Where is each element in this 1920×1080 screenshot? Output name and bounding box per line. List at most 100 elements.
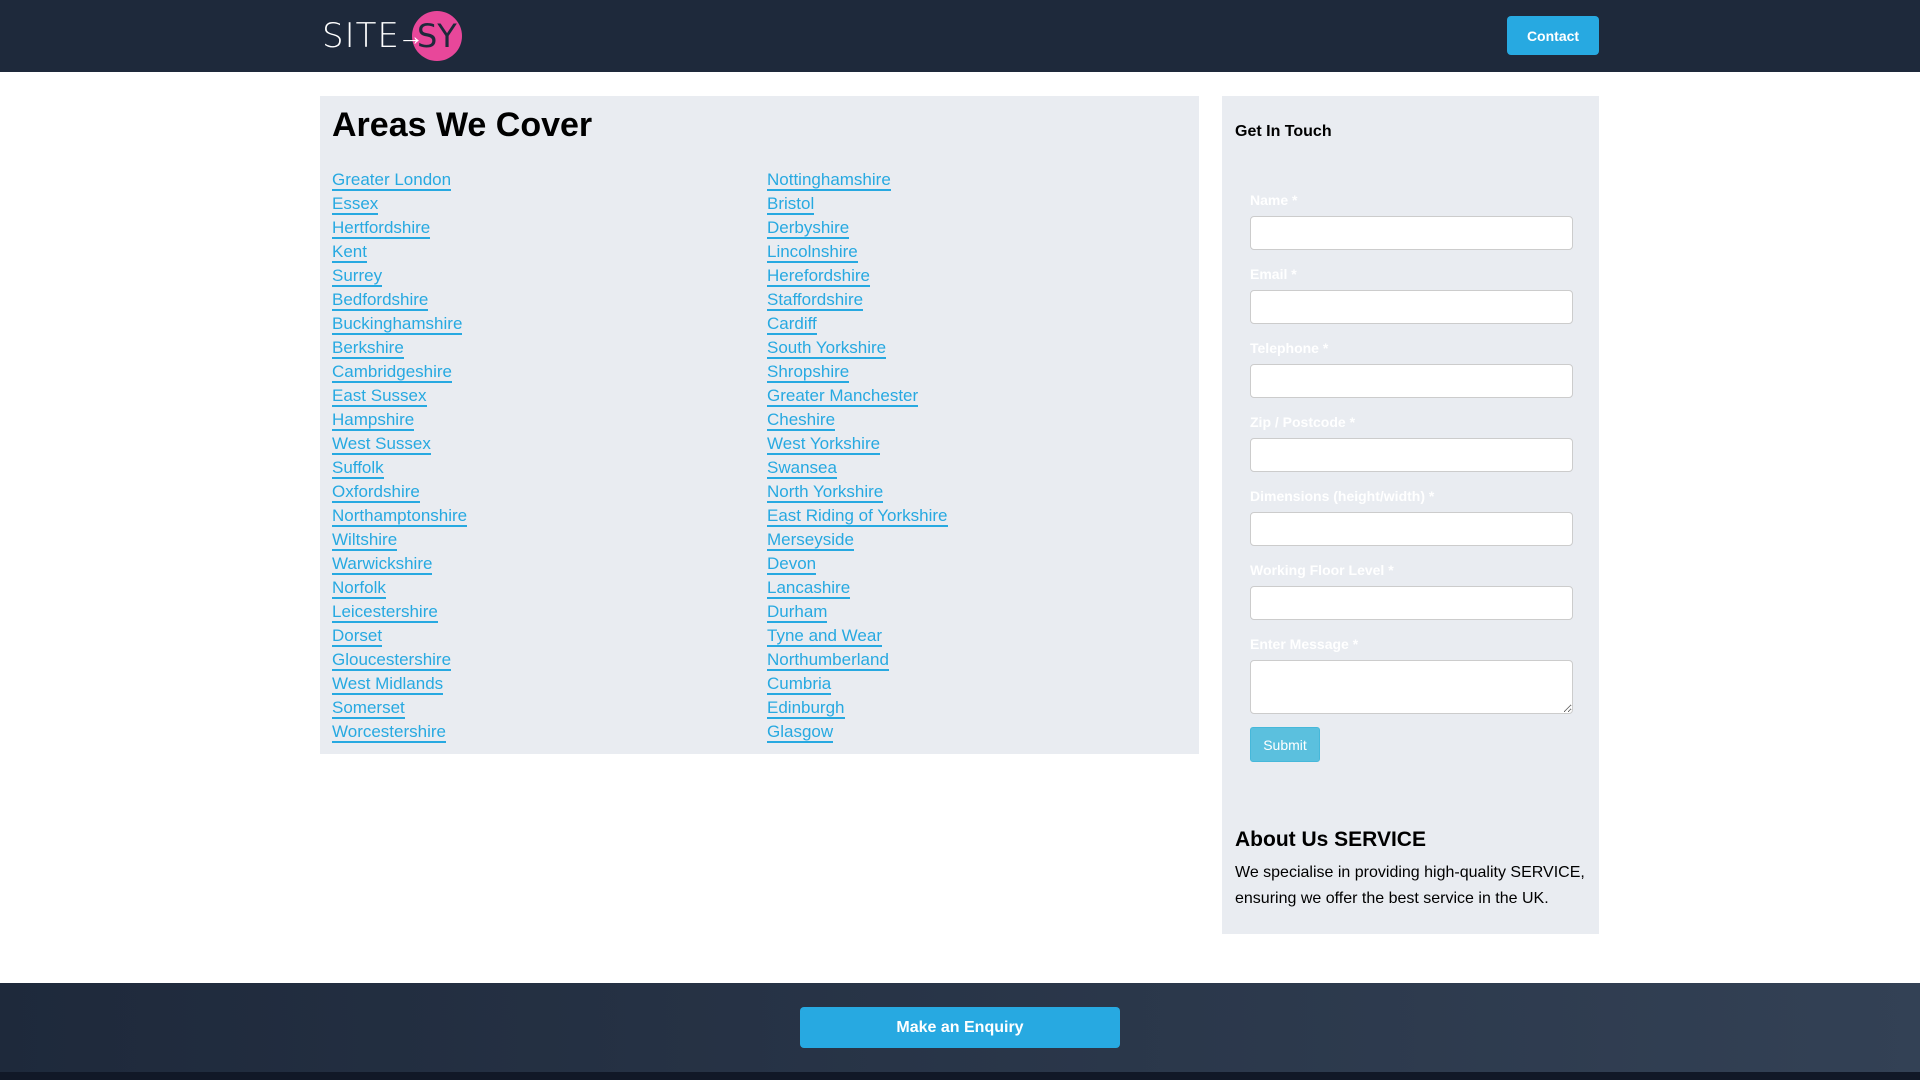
area-link[interactable]: Staffordshire: [767, 290, 864, 311]
form-title: Get In Touch: [1235, 123, 1332, 140]
footer: Make an Enquiry: [0, 983, 1920, 1072]
area-link[interactable]: Northamptonshire: [332, 506, 468, 527]
message-textarea[interactable]: [1250, 660, 1573, 714]
area-list-item: Worcestershire: [332, 720, 467, 744]
area-link[interactable]: West Sussex: [332, 434, 431, 455]
area-link[interactable]: Greater Manchester: [767, 386, 919, 407]
area-link[interactable]: Essex: [332, 194, 379, 215]
area-link[interactable]: Dorset: [332, 626, 383, 647]
area-link[interactable]: Cambridgeshire: [332, 362, 452, 383]
area-link[interactable]: Herefordshire: [767, 266, 870, 287]
area-list-item: Cambridgeshire: [332, 360, 467, 384]
area-list-item: Merseyside: [767, 528, 948, 552]
email-input[interactable]: [1250, 290, 1573, 324]
area-list-item: Warwickshire: [332, 552, 467, 576]
area-link[interactable]: Somerset: [332, 698, 405, 719]
area-list-item: Oxfordshire: [332, 480, 467, 504]
area-list-item: Surrey: [332, 264, 467, 288]
area-link[interactable]: Norfolk: [332, 578, 386, 599]
name-input[interactable]: [1250, 216, 1573, 250]
area-link[interactable]: Kent: [332, 242, 367, 263]
area-link[interactable]: Warwickshire: [332, 554, 433, 575]
area-list-item: Buckinghamshire: [332, 312, 467, 336]
telephone-field: Telephone *: [1250, 340, 1573, 398]
area-list-item: Swansea: [767, 456, 948, 480]
area-link[interactable]: North Yorkshire: [767, 482, 884, 503]
area-link[interactable]: West Midlands: [332, 674, 444, 695]
areas-column-1: Greater London Essex Hertfordshire Kent Surr…: [332, 168, 468, 744]
area-list-item: Hertfordshire: [332, 216, 467, 240]
name-field: Name *: [1250, 192, 1573, 250]
area-link[interactable]: Nottinghamshire: [767, 170, 891, 191]
area-list-item: Norfolk: [332, 576, 467, 600]
area-link[interactable]: South Yorkshire: [767, 338, 887, 359]
area-link[interactable]: Cheshire: [767, 410, 836, 431]
logo-text: SITE: [322, 16, 400, 56]
area-link[interactable]: Cardiff: [767, 314, 817, 335]
area-link[interactable]: Buckinghamshire: [332, 314, 463, 335]
area-link[interactable]: Hampshire: [332, 410, 415, 431]
area-link[interactable]: Derbyshire: [767, 218, 850, 239]
area-link[interactable]: Hertfordshire: [332, 218, 431, 239]
area-list-item: Staffordshire: [767, 288, 948, 312]
area-link[interactable]: Northumberland: [767, 650, 889, 671]
area-link[interactable]: Devon: [767, 554, 817, 575]
footer-strip: [0, 1072, 1920, 1080]
dimensions-input[interactable]: [1250, 512, 1573, 546]
dimensions-field: Dimensions (height/width) *: [1250, 488, 1573, 546]
contact-sidebar: Get In Touch Name * Email * Telephone * …: [1222, 96, 1599, 934]
area-link[interactable]: Lincolnshire: [767, 242, 858, 263]
postcode-field: Zip / Postcode *: [1250, 414, 1573, 472]
name-label: Name *: [1250, 192, 1298, 208]
area-link[interactable]: Gloucestershire: [332, 650, 452, 671]
area-list-item: Greater London: [332, 168, 467, 192]
area-link[interactable]: Lancashire: [767, 578, 851, 599]
area-list-item: Herefordshire: [767, 264, 948, 288]
area-list-item: Kent: [332, 240, 467, 264]
area-link[interactable]: Tyne and Wear: [767, 626, 882, 647]
telephone-input[interactable]: [1250, 364, 1573, 398]
area-list-item: Essex: [332, 192, 467, 216]
postcode-input[interactable]: [1250, 438, 1573, 472]
area-link[interactable]: Greater London: [332, 170, 452, 191]
area-link[interactable]: Bedfordshire: [332, 290, 429, 311]
arrow-icon: →: [397, 20, 424, 51]
area-list-item: Leicestershire: [332, 600, 467, 624]
area-list-item: Bristol: [767, 192, 948, 216]
area-list-item: South Yorkshire: [767, 336, 948, 360]
area-list-item: North Yorkshire: [767, 480, 948, 504]
area-link[interactable]: Bristol: [767, 194, 815, 215]
area-link[interactable]: East Riding of Yorkshire: [767, 506, 948, 527]
area-link[interactable]: West Yorkshire: [767, 434, 881, 455]
area-list-item: Somerset: [332, 696, 467, 720]
area-link[interactable]: Edinburgh: [767, 698, 845, 719]
area-link[interactable]: Swansea: [767, 458, 837, 479]
floor-level-input[interactable]: [1250, 586, 1573, 620]
make-enquiry-button[interactable]: Make an Enquiry: [800, 1007, 1120, 1048]
area-link[interactable]: Glasgow: [767, 722, 834, 743]
area-link[interactable]: Merseyside: [767, 530, 854, 551]
area-list-item: Dorset: [332, 624, 467, 648]
area-link[interactable]: Oxfordshire: [332, 482, 420, 503]
contact-button[interactable]: Contact: [1507, 16, 1599, 55]
area-link[interactable]: Berkshire: [332, 338, 404, 359]
area-list-item: Lincolnshire: [767, 240, 948, 264]
area-list-item: Suffolk: [332, 456, 467, 480]
area-link[interactable]: Suffolk: [332, 458, 384, 479]
email-field: Email *: [1250, 266, 1573, 324]
areas-column-2: Nottinghamshire Bristol Derbyshire Lincolns…: [767, 168, 948, 744]
area-link[interactable]: East Sussex: [332, 386, 427, 407]
logo[interactable]: SITE → SY: [322, 10, 462, 62]
area-link[interactable]: Worcestershire: [332, 722, 446, 743]
area-list-item: Gloucestershire: [332, 648, 467, 672]
submit-button[interactable]: Submit: [1250, 727, 1320, 762]
area-link[interactable]: Leicestershire: [332, 602, 438, 623]
area-link[interactable]: Wiltshire: [332, 530, 398, 551]
area-link[interactable]: Cumbria: [767, 674, 832, 695]
area-list-item: Hampshire: [332, 408, 467, 432]
area-list-item: Durham: [767, 600, 948, 624]
area-list-item: Cardiff: [767, 312, 948, 336]
area-link[interactable]: Shropshire: [767, 362, 850, 383]
area-link[interactable]: Surrey: [332, 266, 383, 287]
area-link[interactable]: Durham: [767, 602, 828, 623]
